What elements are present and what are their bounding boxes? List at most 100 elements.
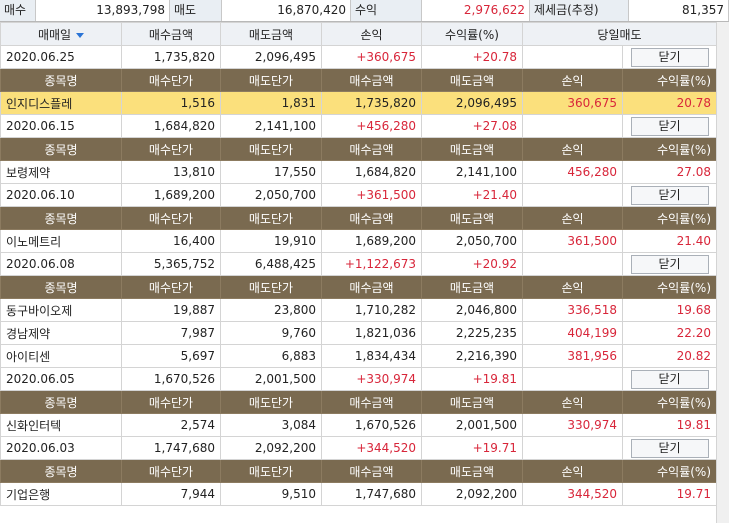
trade-history-table: 매매일 매수금액 매도금액 손익 수익률(%) 당일매도 2020.06.25 1… [0, 22, 718, 506]
profit-loss-cell: +456,280 [321, 114, 422, 138]
stock-detail-row[interactable]: 아이티센 5,697 6,883 1,834,434 2,216,390 381,956 2… [0, 344, 718, 368]
trade-date-cell: 2020.06.08 [0, 252, 122, 276]
close-button-cell: 닫기 [621, 436, 718, 460]
stock-name-cell: 이노메트리 [0, 229, 122, 253]
detail-header-cell: 손익 [522, 68, 623, 92]
date-summary-row[interactable]: 2020.06.03 1,747,680 2,092,200 +344,520 +19.… [0, 436, 718, 460]
buy-amount-cell: 1,735,820 [321, 91, 422, 115]
return-rate-cell: 19.71 [621, 482, 718, 506]
col-header-buy-amount[interactable]: 매수금액 [121, 22, 221, 46]
close-detail-button[interactable]: 닫기 [630, 116, 709, 136]
profit-loss-cell: 381,956 [522, 344, 623, 368]
return-rate-cell: +20.78 [421, 45, 523, 69]
date-summary-row[interactable]: 2020.06.25 1,735,820 2,096,495 +360,675 +20.… [0, 45, 718, 69]
sell-price-cell: 9,510 [220, 482, 322, 506]
tax-estimate-label: 제세금(추정) [530, 0, 629, 21]
detail-header-cell: 종목명 [0, 275, 122, 299]
sell-amount-cell: 2,050,700 [421, 229, 523, 253]
close-detail-button[interactable]: 닫기 [630, 369, 709, 389]
col-header-return-rate[interactable]: 수익률(%) [421, 22, 523, 46]
buy-amount-cell: 1,710,282 [321, 298, 422, 322]
sell-amount-cell: 2,001,500 [220, 367, 322, 391]
detail-header-cell: 매수단가 [121, 275, 221, 299]
stock-name-cell: 아이티센 [0, 344, 122, 368]
sell-amount-cell: 2,092,200 [220, 436, 322, 460]
sell-amount-cell: 2,141,100 [220, 114, 322, 138]
buy-price-cell: 13,810 [121, 160, 221, 184]
stock-detail-row[interactable]: 보령제약 13,810 17,550 1,684,820 2,141,100 456,28… [0, 160, 718, 184]
sell-total-value: 16,870,420 [222, 0, 351, 21]
detail-header-cell: 매수금액 [321, 275, 422, 299]
stock-detail-row[interactable]: 이노메트리 16,400 19,910 1,689,200 2,050,700 361,5… [0, 229, 718, 253]
date-summary-row[interactable]: 2020.06.08 5,365,752 6,488,425 +1,122,673 +2… [0, 252, 718, 276]
sell-amount-cell: 2,046,800 [421, 298, 523, 322]
trade-date-cell: 2020.06.15 [0, 114, 122, 138]
profit-loss-cell: 344,520 [522, 482, 623, 506]
profit-total-label: 수익 [351, 0, 422, 21]
detail-header-cell: 매수금액 [321, 390, 422, 414]
buy-price-cell: 7,987 [121, 321, 221, 345]
detail-header-cell: 매수단가 [121, 206, 221, 230]
stock-detail-row[interactable]: 신화인터텍 2,574 3,084 1,670,526 2,001,500 330,974… [0, 413, 718, 437]
tax-estimate-value: 81,357 [629, 0, 729, 21]
vertical-scrollbar[interactable] [716, 22, 729, 523]
return-rate-cell: +19.81 [421, 367, 523, 391]
buy-price-cell: 16,400 [121, 229, 221, 253]
profit-loss-cell: 360,675 [522, 91, 623, 115]
close-button-cell: 닫기 [621, 114, 718, 138]
detail-header-cell: 매수단가 [121, 459, 221, 483]
col-header-same-day-sell[interactable]: 당일매도 [521, 22, 718, 46]
close-detail-button[interactable]: 닫기 [630, 254, 709, 274]
return-rate-cell: +21.40 [421, 183, 523, 207]
detail-header-cell: 매수금액 [321, 68, 422, 92]
date-summary-row[interactable]: 2020.06.15 1,684,820 2,141,100 +456,280 +27.… [0, 114, 718, 138]
detail-header-cell: 매도단가 [220, 68, 322, 92]
close-detail-button[interactable]: 닫기 [630, 185, 709, 205]
stock-detail-row[interactable]: 경남제약 7,987 9,760 1,821,036 2,225,235 404,199 2… [0, 321, 718, 345]
detail-header-cell: 매도금액 [421, 275, 523, 299]
detail-header-cell: 종목명 [0, 459, 122, 483]
return-rate-cell: 27.08 [621, 160, 718, 184]
buy-amount-cell: 1,747,680 [121, 436, 221, 460]
profit-loss-cell: 361,500 [522, 229, 623, 253]
sort-descending-icon[interactable] [76, 32, 85, 38]
col-header-trade-date[interactable]: 매매일 [0, 22, 122, 46]
detail-header-cell: 매도금액 [421, 206, 523, 230]
sell-price-cell: 3,084 [220, 413, 322, 437]
stock-name-cell: 경남제약 [0, 321, 122, 345]
detail-header-cell: 매수단가 [121, 390, 221, 414]
return-rate-cell: 21.40 [621, 229, 718, 253]
return-rate-cell: +19.71 [421, 436, 523, 460]
detail-header-cell: 매도금액 [421, 137, 523, 161]
detail-header-cell: 매도단가 [220, 206, 322, 230]
sell-price-cell: 9,760 [220, 321, 322, 345]
stock-detail-row[interactable]: 인지디스플레 1,516 1,831 1,735,820 2,096,495 360,67… [0, 91, 718, 115]
date-summary-row[interactable]: 2020.06.05 1,670,526 2,001,500 +330,974 +19.… [0, 367, 718, 391]
sell-amount-cell: 2,050,700 [220, 183, 322, 207]
close-detail-button[interactable]: 닫기 [630, 47, 709, 67]
detail-header-cell: 손익 [522, 137, 623, 161]
close-detail-button[interactable]: 닫기 [630, 438, 709, 458]
col-header-sell-amount[interactable]: 매도금액 [220, 22, 322, 46]
detail-header-cell: 수익률(%) [621, 459, 718, 483]
buy-amount-cell: 5,365,752 [121, 252, 221, 276]
detail-header-cell: 매수금액 [321, 206, 422, 230]
return-rate-cell: +20.92 [421, 252, 523, 276]
date-summary-row[interactable]: 2020.06.10 1,689,200 2,050,700 +361,500 +21.… [0, 183, 718, 207]
empty-cell [522, 183, 623, 207]
detail-header-cell: 종목명 [0, 68, 122, 92]
stock-detail-row[interactable]: 기업은행 7,944 9,510 1,747,680 2,092,200 344,520 1… [0, 482, 718, 506]
detail-header-cell: 매도금액 [421, 390, 523, 414]
stock-detail-row[interactable]: 동구바이오제 19,887 23,800 1,710,282 2,046,800 336,… [0, 298, 718, 322]
profit-total-value: 2,976,622 [422, 0, 530, 21]
sell-amount-cell: 2,141,100 [421, 160, 523, 184]
detail-header-cell: 매수단가 [121, 137, 221, 161]
profit-loss-cell: +361,500 [321, 183, 422, 207]
col-header-profit-loss[interactable]: 손익 [321, 22, 422, 46]
buy-total-label: 매수 [0, 0, 36, 21]
trade-date-cell: 2020.06.10 [0, 183, 122, 207]
profit-loss-cell: 404,199 [522, 321, 623, 345]
sell-amount-cell: 6,488,425 [220, 252, 322, 276]
detail-header-cell: 수익률(%) [621, 68, 718, 92]
detail-header-row: 종목명 매수단가 매도단가 매수금액 매도금액 손익 수익률(%) [0, 137, 718, 161]
